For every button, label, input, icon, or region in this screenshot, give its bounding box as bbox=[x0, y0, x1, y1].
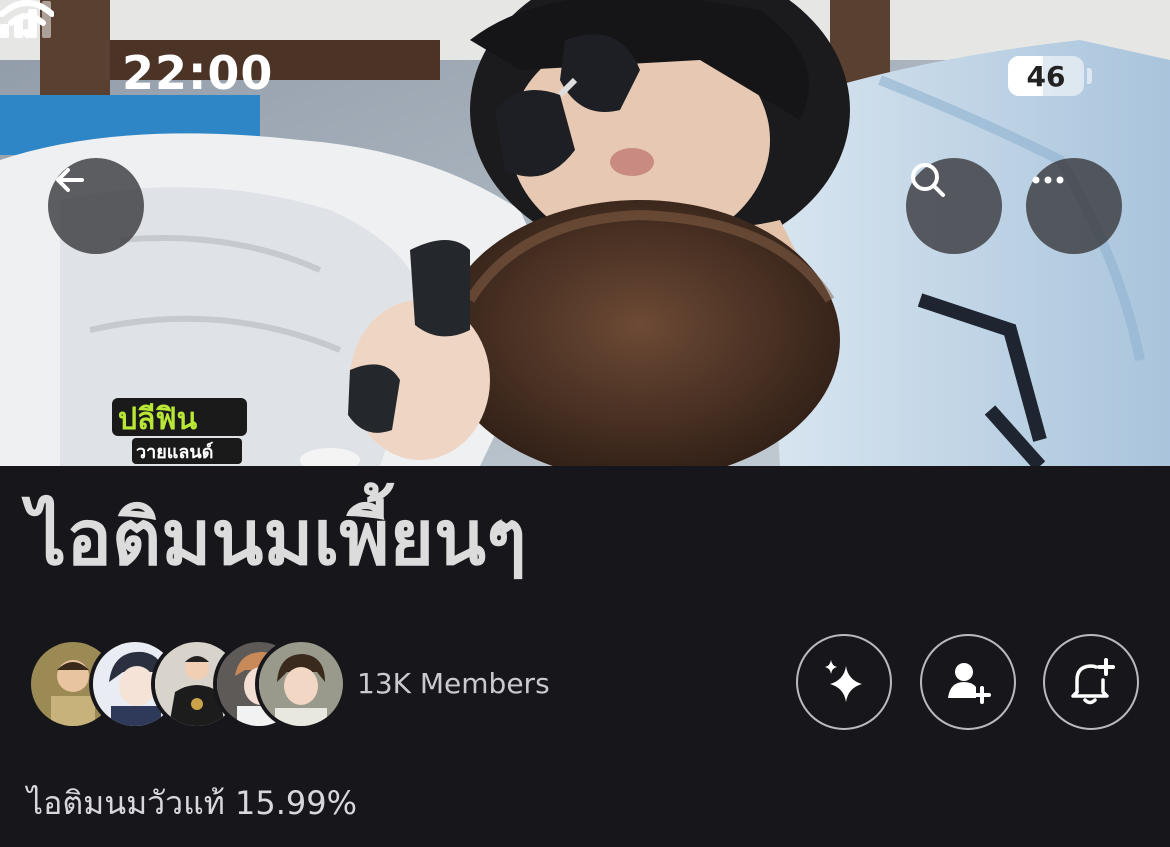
back-button[interactable] bbox=[48, 158, 144, 254]
more-options-button[interactable] bbox=[1026, 158, 1122, 254]
search-button[interactable] bbox=[906, 158, 1002, 254]
group-profile-screen: ปลีฟิน วายแลนด์ 22:00 46 ไอติมนมเพี้ยนๆ … bbox=[0, 0, 1170, 847]
battery-icon: 46 bbox=[1008, 56, 1084, 96]
svg-text:ปลีฟิน: ปลีฟิน bbox=[118, 402, 198, 437]
member-avatars[interactable] bbox=[27, 638, 347, 730]
notifications-button[interactable] bbox=[1043, 634, 1139, 730]
cover-photo: ปลีฟิน วายแลนด์ 22:00 46 bbox=[0, 0, 1170, 466]
members-count[interactable]: 13K Members bbox=[357, 667, 550, 700]
show-logo: ปลีฟิน วายแลนด์ bbox=[112, 398, 247, 464]
invite-members-button[interactable] bbox=[920, 634, 1016, 730]
more-dots-icon bbox=[1032, 176, 1064, 184]
group-description: ไอติมนมวัวแท้ 15.99% bbox=[27, 784, 357, 822]
ai-sparkle-button[interactable] bbox=[796, 634, 892, 730]
back-arrow-icon bbox=[56, 168, 84, 192]
svg-text:วายแลนด์: วายแลนด์ bbox=[136, 441, 213, 463]
status-time: 22:00 bbox=[122, 46, 274, 100]
add-person-icon bbox=[948, 663, 991, 704]
battery-percentage: 46 bbox=[1026, 59, 1066, 93]
wifi-icon bbox=[0, 0, 54, 39]
avatar bbox=[255, 638, 347, 730]
group-title: ไอติมนมเพี้ยนๆ bbox=[28, 493, 527, 582]
bell-plus-icon bbox=[1071, 658, 1115, 705]
search-icon bbox=[911, 163, 945, 197]
sparkle-icon bbox=[825, 660, 862, 702]
battery-tip bbox=[1087, 68, 1092, 84]
